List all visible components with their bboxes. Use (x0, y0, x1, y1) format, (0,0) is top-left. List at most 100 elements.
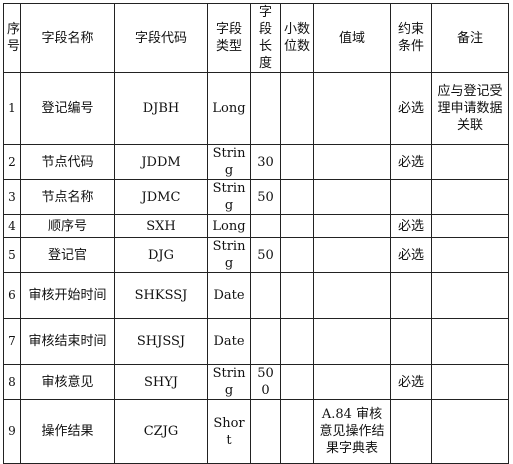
cell-seq: 1 (3, 72, 21, 145)
cell-decimal-places (280, 318, 314, 365)
cell-field-type: String (207, 179, 251, 215)
cell-value-domain (313, 237, 391, 273)
cell-seq: 4 (3, 214, 21, 238)
table-row: 1 登记编号 DJBH Long 必选 应与登记受理申请数据关联 (3, 72, 509, 145)
cell-field-code: SHYJ (114, 364, 208, 400)
header-value-domain: 值域 (313, 3, 391, 73)
cell-field-name: 节点代码 (20, 144, 115, 180)
cell-field-type: String (207, 237, 251, 273)
table-row: 9 操作结果 CZJG Short A.84 审核意见操作结果字典表 (3, 399, 509, 464)
cell-decimal-places (280, 72, 314, 145)
cell-value-domain (313, 272, 391, 319)
header-field-type: 字段类型 (207, 3, 251, 73)
cell-remark (431, 237, 509, 273)
cell-field-length: 50 (250, 179, 281, 215)
cell-field-length (250, 318, 281, 365)
cell-constraint: 必选 (390, 72, 432, 145)
cell-constraint: 必选 (390, 237, 432, 273)
header-remark: 备注 (431, 3, 509, 73)
cell-remark (431, 318, 509, 365)
cell-seq: 6 (3, 272, 21, 319)
field-spec-table: 序号 字段名称 字段代码 字段类型 字段长度 小数位数 值域 约束条件 备注 1… (3, 3, 509, 464)
cell-field-code: SHKSSJ (114, 272, 208, 319)
cell-field-length (250, 72, 281, 145)
cell-decimal-places (280, 214, 314, 238)
cell-field-name: 审核意见 (20, 364, 115, 400)
cell-field-name: 登记官 (20, 237, 115, 273)
cell-field-type: String (207, 144, 251, 180)
cell-field-name: 审核结束时间 (20, 318, 115, 365)
cell-field-name: 操作结果 (20, 399, 115, 464)
cell-seq: 8 (3, 364, 21, 400)
cell-field-name: 审核开始时间 (20, 272, 115, 319)
cell-seq: 3 (3, 179, 21, 215)
table-row: 4 顺序号 SXH Long 必选 (3, 214, 509, 238)
cell-decimal-places (280, 399, 314, 464)
cell-remark (431, 272, 509, 319)
header-constraint: 约束条件 (390, 3, 432, 73)
cell-field-length: 500 (250, 364, 281, 400)
cell-seq: 5 (3, 237, 21, 273)
cell-constraint (390, 318, 432, 365)
cell-constraint (390, 179, 432, 215)
header-row: 序号 字段名称 字段代码 字段类型 字段长度 小数位数 值域 约束条件 备注 (3, 3, 509, 73)
cell-value-domain (313, 318, 391, 365)
cell-remark (431, 399, 509, 464)
cell-value-domain (313, 72, 391, 145)
cell-field-code: CZJG (114, 399, 208, 464)
cell-field-code: SHJSSJ (114, 318, 208, 365)
cell-seq: 7 (3, 318, 21, 365)
cell-decimal-places (280, 144, 314, 180)
header-seq: 序号 (3, 3, 21, 73)
cell-remark (431, 179, 509, 215)
document-table-container: 序号 字段名称 字段代码 字段类型 字段长度 小数位数 值域 约束条件 备注 1… (3, 3, 509, 464)
cell-constraint: 必选 (390, 364, 432, 400)
cell-remark (431, 144, 509, 180)
cell-field-type: Short (207, 399, 251, 464)
cell-field-name: 顺序号 (20, 214, 115, 238)
cell-constraint: 必选 (390, 214, 432, 238)
table-row: 2 节点代码 JDDM String 30 必选 (3, 144, 509, 180)
cell-field-length: 30 (250, 144, 281, 180)
cell-field-type: Date (207, 272, 251, 319)
cell-decimal-places (280, 179, 314, 215)
header-field-code: 字段代码 (114, 3, 208, 73)
table-row: 8 审核意见 SHYJ String 500 必选 (3, 364, 509, 400)
cell-field-length (250, 214, 281, 238)
cell-field-length: 50 (250, 237, 281, 273)
cell-field-code: JDDM (114, 144, 208, 180)
cell-field-code: DJBH (114, 72, 208, 145)
cell-field-code: SXH (114, 214, 208, 238)
cell-seq: 2 (3, 144, 21, 180)
cell-value-domain (313, 144, 391, 180)
cell-value-domain (313, 364, 391, 400)
cell-seq: 9 (3, 399, 21, 464)
header-field-name: 字段名称 (20, 3, 115, 73)
cell-value-domain (313, 214, 391, 238)
header-decimal-places: 小数位数 (280, 3, 314, 73)
header-field-length: 字段长度 (250, 3, 281, 73)
cell-value-domain: A.84 审核意见操作结果字典表 (313, 399, 391, 464)
cell-remark (431, 214, 509, 238)
cell-field-length (250, 272, 281, 319)
table-row: 7 审核结束时间 SHJSSJ Date (3, 318, 509, 365)
cell-constraint (390, 272, 432, 319)
cell-decimal-places (280, 237, 314, 273)
cell-field-type: Date (207, 318, 251, 365)
cell-field-code: JDMC (114, 179, 208, 215)
cell-constraint (390, 399, 432, 464)
cell-field-type: String (207, 364, 251, 400)
table-row: 3 节点名称 JDMC String 50 (3, 179, 509, 215)
table-row: 5 登记官 DJG String 50 必选 (3, 237, 509, 273)
cell-field-name: 节点名称 (20, 179, 115, 215)
cell-field-code: DJG (114, 237, 208, 273)
cell-decimal-places (280, 272, 314, 319)
cell-constraint: 必选 (390, 144, 432, 180)
cell-field-type: Long (207, 214, 251, 238)
cell-field-length (250, 399, 281, 464)
cell-remark (431, 364, 509, 400)
cell-value-domain (313, 179, 391, 215)
cell-remark: 应与登记受理申请数据关联 (431, 72, 509, 145)
table-row: 6 审核开始时间 SHKSSJ Date (3, 272, 509, 319)
cell-field-name: 登记编号 (20, 72, 115, 145)
